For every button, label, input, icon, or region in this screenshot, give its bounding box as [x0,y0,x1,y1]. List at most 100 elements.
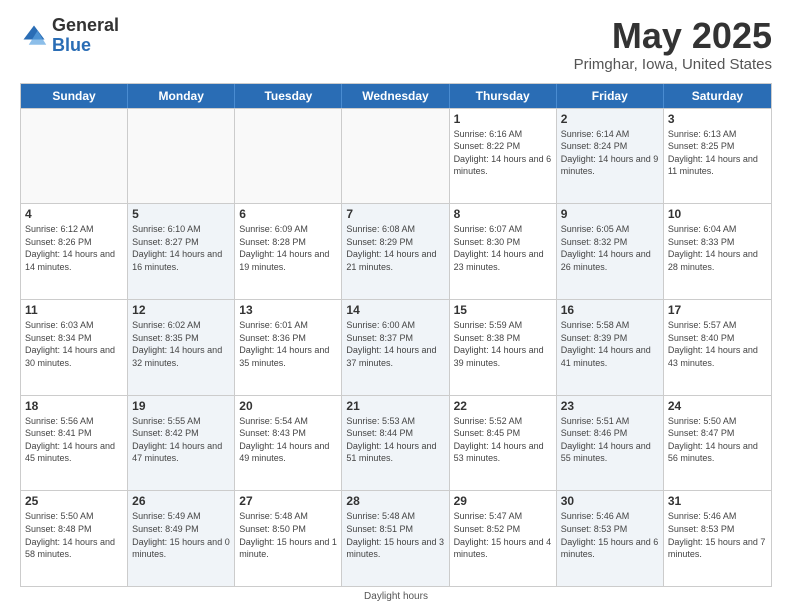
day-number: 3 [668,112,767,126]
calendar-cell: 6 Sunrise: 6:09 AM Sunset: 8:28 PM Daylig… [235,204,342,299]
calendar-cell: 5 Sunrise: 6:10 AM Sunset: 8:27 PM Daylig… [128,204,235,299]
day-number: 23 [561,399,659,413]
header: General Blue May 2025 Primghar, Iowa, Un… [20,16,772,73]
calendar-row-1: 1Sunrise: 6:16 AM Sunset: 8:22 PM Daylig… [21,108,771,204]
day-number: 17 [668,303,767,317]
day-info: Sunrise: 5:50 AM Sunset: 8:47 PM Dayligh… [668,415,767,465]
day-number: 11 [25,303,123,317]
day-number: 24 [668,399,767,413]
logo-blue-text: Blue [52,36,119,56]
day-number: 26 [132,494,230,508]
day-number: 6 [239,207,337,221]
day-number: 13 [239,303,337,317]
calendar-cell: 22 Sunrise: 5:52 AM Sunset: 8:45 PM Dayli… [450,396,557,491]
calendar-header-saturday: Saturday [664,84,771,108]
calendar-cell: 20Sunrise: 5:54 AM Sunset: 8:43 PM Dayli… [235,396,342,491]
day-info: Sunrise: 6:02 AM Sunset: 8:35 PM Dayligh… [132,319,230,369]
calendar-cell: 3 Sunrise: 6:13 AM Sunset: 8:25 PM Daylig… [664,109,771,204]
calendar-cell: 7Sunrise: 6:08 AM Sunset: 8:29 PM Daylig… [342,204,449,299]
day-number: 12 [132,303,230,317]
calendar-header-thursday: Thursday [450,84,557,108]
calendar-body: 1Sunrise: 6:16 AM Sunset: 8:22 PM Daylig… [21,108,771,586]
calendar-cell [128,109,235,204]
calendar-cell: 13 Sunrise: 6:01 AM Sunset: 8:36 PM Dayli… [235,300,342,395]
day-number: 18 [25,399,123,413]
calendar-cell: 8Sunrise: 6:07 AM Sunset: 8:30 PM Daylig… [450,204,557,299]
calendar-cell: 25 Sunrise: 5:50 AM Sunset: 8:48 PM Dayli… [21,491,128,586]
day-info: Sunrise: 5:53 AM Sunset: 8:44 PM Dayligh… [346,415,444,465]
calendar-cell: 19 Sunrise: 5:55 AM Sunset: 8:42 PM Dayli… [128,396,235,491]
calendar-header-friday: Friday [557,84,664,108]
calendar-header-tuesday: Tuesday [235,84,342,108]
day-info: Sunrise: 6:05 AM Sunset: 8:32 PM Dayligh… [561,223,659,273]
day-number: 2 [561,112,659,126]
day-info: Sunrise: 6:10 AM Sunset: 8:27 PM Dayligh… [132,223,230,273]
day-number: 30 [561,494,659,508]
day-info: Sunrise: 6:00 AM Sunset: 8:37 PM Dayligh… [346,319,444,369]
calendar-header-monday: Monday [128,84,235,108]
day-info: Sunrise: 5:48 AM Sunset: 8:51 PM Dayligh… [346,510,444,560]
day-info: Sunrise: 6:08 AM Sunset: 8:29 PM Dayligh… [346,223,444,273]
calendar-cell: 26 Sunrise: 5:49 AM Sunset: 8:49 PM Dayli… [128,491,235,586]
calendar-cell: 21Sunrise: 5:53 AM Sunset: 8:44 PM Dayli… [342,396,449,491]
day-number: 9 [561,207,659,221]
day-info: Sunrise: 6:03 AM Sunset: 8:34 PM Dayligh… [25,319,123,369]
logo-icon [20,22,48,50]
calendar-cell: 4Sunrise: 6:12 AM Sunset: 8:26 PM Daylig… [21,204,128,299]
calendar-header: SundayMondayTuesdayWednesdayThursdayFrid… [21,84,771,108]
day-number: 28 [346,494,444,508]
day-number: 27 [239,494,337,508]
footer-note: Daylight hours [20,591,772,602]
calendar-cell: 10 Sunrise: 6:04 AM Sunset: 8:33 PM Dayli… [664,204,771,299]
day-number: 5 [132,207,230,221]
day-info: Sunrise: 6:09 AM Sunset: 8:28 PM Dayligh… [239,223,337,273]
day-number: 10 [668,207,767,221]
day-info: Sunrise: 5:49 AM Sunset: 8:49 PM Dayligh… [132,510,230,560]
day-info: Sunrise: 5:56 AM Sunset: 8:41 PM Dayligh… [25,415,123,465]
day-info: Sunrise: 5:59 AM Sunset: 8:38 PM Dayligh… [454,319,552,369]
subtitle: Primghar, Iowa, United States [574,56,772,73]
day-info: Sunrise: 5:54 AM Sunset: 8:43 PM Dayligh… [239,415,337,465]
calendar-cell: 12 Sunrise: 6:02 AM Sunset: 8:35 PM Dayli… [128,300,235,395]
day-info: Sunrise: 5:47 AM Sunset: 8:52 PM Dayligh… [454,510,552,560]
calendar-cell: 15 Sunrise: 5:59 AM Sunset: 8:38 PM Dayli… [450,300,557,395]
day-info: Sunrise: 5:50 AM Sunset: 8:48 PM Dayligh… [25,510,123,560]
calendar-cell: 23 Sunrise: 5:51 AM Sunset: 8:46 PM Dayli… [557,396,664,491]
calendar-row-3: 11 Sunrise: 6:03 AM Sunset: 8:34 PM Dayli… [21,299,771,395]
day-info: Sunrise: 6:01 AM Sunset: 8:36 PM Dayligh… [239,319,337,369]
day-info: Sunrise: 6:04 AM Sunset: 8:33 PM Dayligh… [668,223,767,273]
calendar-cell: 14 Sunrise: 6:00 AM Sunset: 8:37 PM Dayli… [342,300,449,395]
day-info: Sunrise: 6:14 AM Sunset: 8:24 PM Dayligh… [561,128,659,178]
day-info: Sunrise: 5:51 AM Sunset: 8:46 PM Dayligh… [561,415,659,465]
day-number: 15 [454,303,552,317]
day-number: 31 [668,494,767,508]
day-info: Sunrise: 6:12 AM Sunset: 8:26 PM Dayligh… [25,223,123,273]
page: General Blue May 2025 Primghar, Iowa, Un… [0,0,792,612]
day-info: Sunrise: 5:55 AM Sunset: 8:42 PM Dayligh… [132,415,230,465]
title-block: May 2025 Primghar, Iowa, United States [574,16,772,73]
calendar-cell: 17Sunrise: 5:57 AM Sunset: 8:40 PM Dayli… [664,300,771,395]
calendar-cell: 27 Sunrise: 5:48 AM Sunset: 8:50 PM Dayli… [235,491,342,586]
calendar-header-wednesday: Wednesday [342,84,449,108]
day-info: Sunrise: 6:13 AM Sunset: 8:25 PM Dayligh… [668,128,767,178]
day-number: 29 [454,494,552,508]
calendar-cell: 11 Sunrise: 6:03 AM Sunset: 8:34 PM Dayli… [21,300,128,395]
day-number: 25 [25,494,123,508]
day-info: Sunrise: 5:48 AM Sunset: 8:50 PM Dayligh… [239,510,337,560]
calendar-cell [342,109,449,204]
calendar-cell: 18 Sunrise: 5:56 AM Sunset: 8:41 PM Dayli… [21,396,128,491]
calendar-cell: 1Sunrise: 6:16 AM Sunset: 8:22 PM Daylig… [450,109,557,204]
day-number: 14 [346,303,444,317]
calendar: SundayMondayTuesdayWednesdayThursdayFrid… [20,83,772,587]
day-info: Sunrise: 6:07 AM Sunset: 8:30 PM Dayligh… [454,223,552,273]
calendar-row-4: 18 Sunrise: 5:56 AM Sunset: 8:41 PM Dayli… [21,395,771,491]
logo: General Blue [20,16,119,56]
day-number: 19 [132,399,230,413]
calendar-cell: 31Sunrise: 5:46 AM Sunset: 8:53 PM Dayli… [664,491,771,586]
day-number: 16 [561,303,659,317]
day-info: Sunrise: 5:52 AM Sunset: 8:45 PM Dayligh… [454,415,552,465]
day-number: 1 [454,112,552,126]
calendar-cell: 2 Sunrise: 6:14 AM Sunset: 8:24 PM Daylig… [557,109,664,204]
day-number: 22 [454,399,552,413]
logo-text: General Blue [52,16,119,56]
